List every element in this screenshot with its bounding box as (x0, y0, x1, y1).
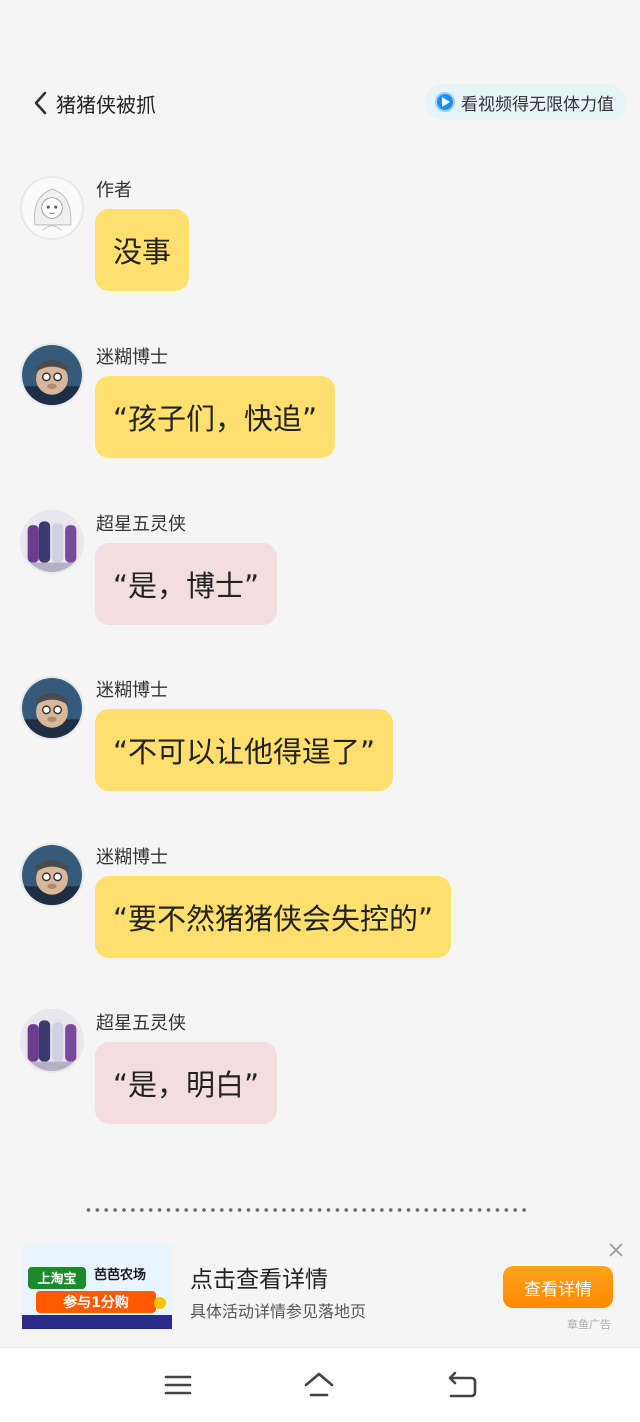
view-details-button[interactable]: 查看详情 (503, 1266, 613, 1308)
message-bubble[interactable]: 没事 (95, 209, 190, 291)
menu-icon[interactable] (161, 1368, 195, 1402)
back-button[interactable]: 猪猪侠被抓 (30, 86, 156, 120)
ad-source-tag: 章鱼广告 (567, 1318, 611, 1331)
sender-name: 超星五灵侠 (96, 1013, 186, 1034)
sender-name: 作者 (96, 180, 132, 201)
sender-name: 超星五灵侠 (96, 514, 186, 535)
heroes-avatar[interactable] (20, 1009, 84, 1073)
chevron-left-icon (34, 91, 47, 115)
author-avatar[interactable] (20, 176, 84, 240)
header-bar: 猪猪侠被抓 看视频得无限体力值 (0, 78, 640, 128)
sender-name: 迷糊博士 (96, 347, 168, 368)
system-nav-bar (0, 1347, 640, 1422)
watch-video-button[interactable]: 看视频得无限体力值 (425, 84, 626, 120)
ad-banner[interactable]: 上淘宝 芭芭农场 参与1分购 点击查看详情 具体活动详情参见落地页 查看详情 章… (0, 1232, 640, 1342)
doctor-avatar[interactable] (20, 843, 84, 907)
doctor-avatar[interactable] (20, 343, 84, 407)
close-icon[interactable] (606, 1240, 626, 1260)
ad-description: 具体活动详情参见落地页 (190, 1302, 367, 1321)
back-icon[interactable] (445, 1368, 479, 1402)
dotted-divider (84, 1203, 530, 1217)
page-title: 猪猪侠被抓 (56, 92, 156, 117)
sender-name: 迷糊博士 (96, 847, 168, 868)
ad-image-text: 芭芭农场 (94, 1267, 146, 1283)
home-icon[interactable] (302, 1368, 336, 1402)
ad-image-text: 上淘宝 (37, 1271, 76, 1287)
watch-video-label: 看视频得无限体力值 (461, 94, 614, 115)
ad-image[interactable]: 上淘宝 芭芭农场 参与1分购 (22, 1245, 172, 1329)
message-bubble[interactable]: “要不然猪猪侠会失控的” (95, 876, 452, 958)
ad-image-text: 参与1分购 (63, 1294, 129, 1311)
message-bubble[interactable]: “孩子们，快追” (95, 376, 336, 458)
doctor-avatar[interactable] (20, 676, 84, 740)
message-bubble[interactable]: “不可以让他得逞了” (95, 709, 394, 791)
message-bubble[interactable]: “是，明白” (95, 1042, 278, 1124)
message-bubble[interactable]: “是，博士” (95, 543, 278, 625)
sender-name: 迷糊博士 (96, 680, 168, 701)
play-icon (435, 92, 455, 112)
ad-title[interactable]: 点击查看详情 (190, 1260, 328, 1294)
heroes-avatar[interactable] (20, 510, 84, 574)
